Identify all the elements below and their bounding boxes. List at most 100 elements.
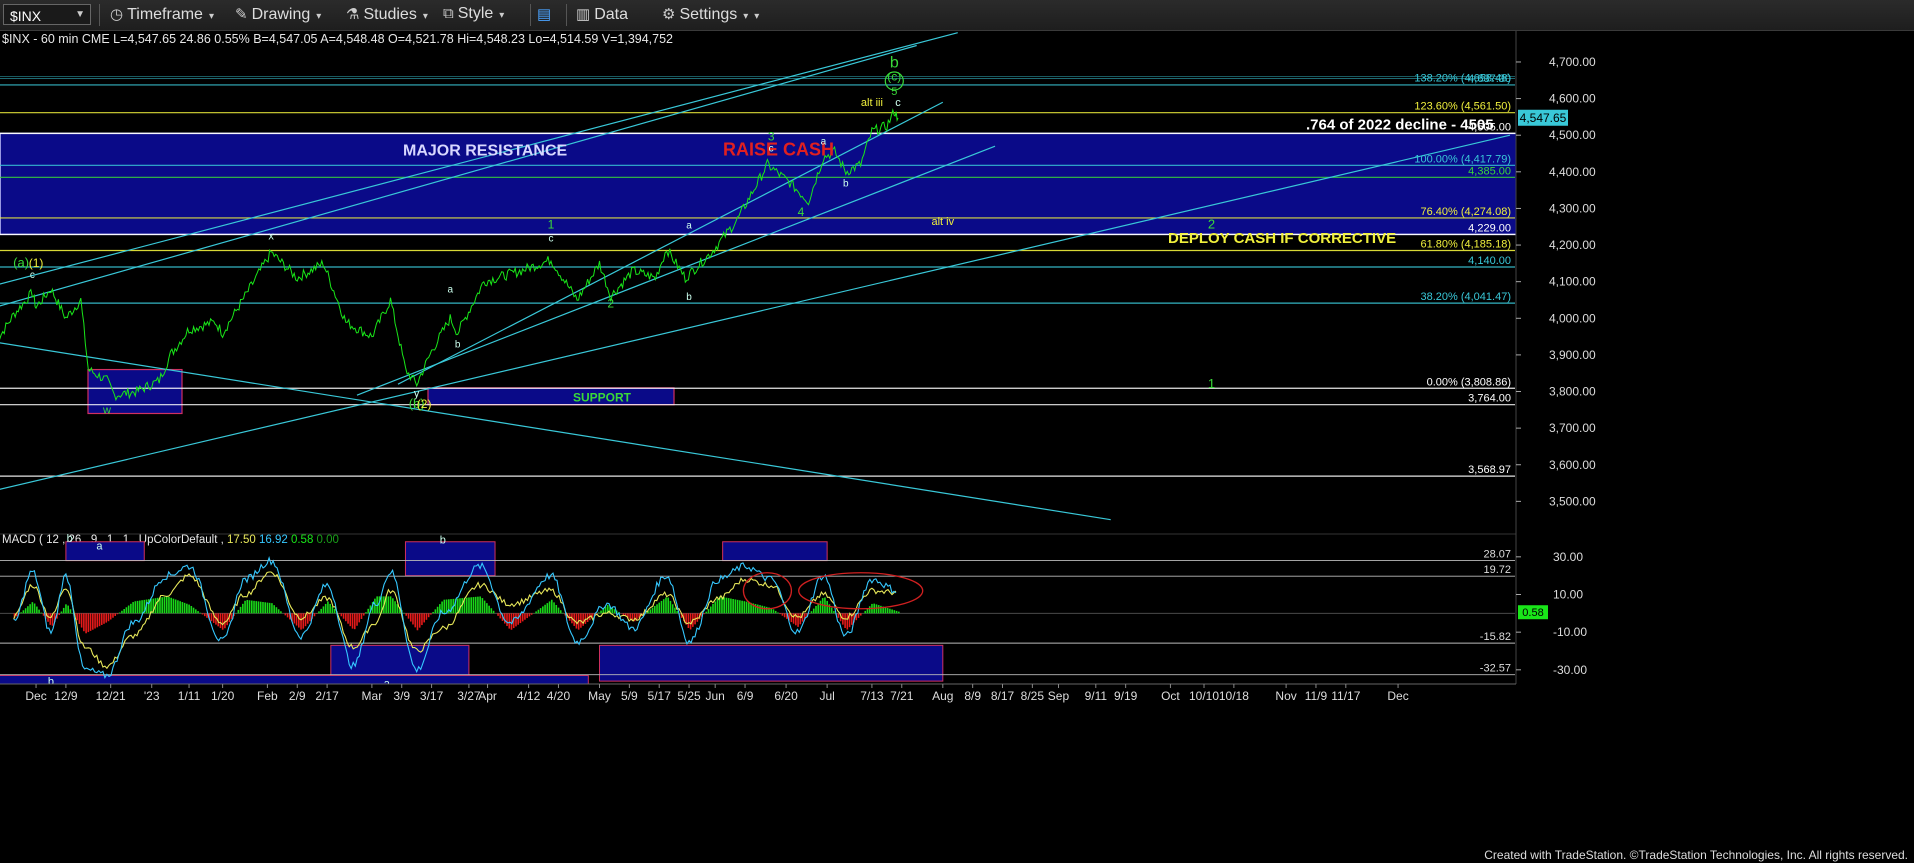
style-menu[interactable]: ⧉ Style ▾ (443, 5, 504, 25)
macd-hist-bar (313, 613, 316, 617)
wave-label: w (102, 404, 111, 416)
quote-line: $INX - 60 min CME L=4,547.65 24.86 0.55%… (2, 32, 674, 46)
macd-hist-bar (132, 602, 134, 614)
macd-hist-bar (201, 613, 204, 615)
macd-hist-bar (96, 613, 99, 628)
price-tick-label: 3,900.00 (1549, 348, 1596, 362)
macd-hist-bar (492, 610, 495, 614)
level-label: 100.00% (4,417.79) (1414, 153, 1511, 165)
flask-icon: ⚗ (346, 6, 360, 23)
macd-hist-bar (548, 601, 551, 614)
macd-hist-bar (394, 601, 396, 614)
macd-hist-bar (837, 613, 840, 618)
macd-hist-bar (732, 598, 734, 614)
macd-hist-bar (707, 609, 710, 614)
macd-hist-bar (754, 603, 757, 614)
price-tick-label: 3,600.00 (1549, 458, 1596, 472)
macd-hist-bar (22, 610, 25, 614)
wave-label: c (769, 144, 774, 155)
macd-hist-bar (203, 613, 206, 617)
macd-hist-bar (833, 611, 835, 614)
macd-hist-bar (183, 602, 186, 614)
macd-hist-bar (846, 613, 849, 630)
macd-hist-bar (772, 609, 775, 614)
date-tick-label: 9/11 (1085, 689, 1108, 703)
macd-hist-bar (320, 608, 322, 614)
macd-hist-bar (792, 613, 795, 624)
macd-hist-bar (506, 613, 508, 627)
macd-hist-bar (199, 612, 202, 614)
macd-hist-bar (436, 606, 439, 614)
macd-hist-bar (275, 607, 278, 614)
macd-hist-bar (819, 600, 822, 614)
wave-label: (1) (29, 256, 44, 270)
macd-hist-bar (555, 604, 558, 614)
date-tick-label: May (588, 689, 611, 703)
macd-hist-bar (797, 613, 799, 627)
wave-label: a (821, 136, 827, 147)
macd-hist-bar (262, 601, 264, 614)
macd-hist-bar (859, 613, 862, 616)
macd-hist-bar (186, 603, 188, 614)
macd-hist-bar (660, 600, 663, 614)
level-label: 4,140.00 (1468, 255, 1511, 267)
wave-label: x (268, 231, 274, 243)
drawing-menu[interactable]: ✎ Drawing ▾ (235, 5, 321, 25)
macd-hist-bar (430, 613, 432, 615)
macd-hist-bar (76, 613, 78, 621)
wave-label: c (30, 270, 35, 281)
macd-hist-bar (857, 613, 860, 618)
macd-hist-bar (765, 606, 768, 614)
date-tick-label: 5/9 (621, 689, 638, 703)
wave-label: 4 (798, 205, 805, 219)
chevron-down-icon: ▼ (75, 9, 85, 20)
macd-hist-bar (649, 609, 652, 614)
macd-hist-bar (318, 611, 320, 614)
macd-hist-bar (528, 613, 531, 617)
macd-hist-bar (600, 610, 602, 614)
macd-hist-bar (358, 613, 361, 623)
macd-hist-bar (407, 613, 410, 619)
timeframe-label: Timeframe (127, 6, 203, 23)
studies-menu[interactable]: ⚗ Studies ▾ (346, 5, 428, 25)
macd-hist-bar (365, 612, 367, 614)
macd-hist-bar (868, 606, 871, 614)
deploy-cash-label: DEPLOY CASH IF CORRECTIVE (1168, 230, 1396, 247)
macd-hist-bar (87, 613, 90, 633)
macd-hist-bar (109, 613, 112, 620)
wave-label: 2 (607, 296, 614, 310)
settings-menu[interactable]: ⚙ Settings ▾ ▾ (662, 5, 759, 25)
macd-hist-bar (812, 608, 815, 614)
macd-hist-bar (499, 613, 502, 619)
wave-label: (2) (417, 397, 432, 411)
level-label: 61.80% (4,185.18) (1420, 238, 1511, 250)
price-tick-label: 3,500.00 (1549, 494, 1596, 508)
macd-hist-bar (559, 610, 562, 614)
symbol-selector[interactable]: $INX ▼ (3, 4, 91, 25)
macd-hist-bar (676, 611, 678, 614)
gear-icon: ⚙ (662, 6, 676, 23)
macd-hist-bar (662, 599, 665, 614)
macd-hist-bar (877, 605, 880, 614)
macd-hist-bar (136, 600, 139, 614)
macd-hist-bar (826, 600, 828, 614)
style-label: Style (457, 5, 494, 22)
macd-tick-label: 30.00 (1553, 550, 1583, 564)
level-label: 4,229.00 (1468, 222, 1511, 234)
layout-button[interactable]: ▤ (537, 5, 555, 25)
macd-hist-bar (443, 599, 446, 614)
bar-chart-icon: ▥ (576, 6, 591, 23)
date-tick-label: 7/21 (890, 689, 914, 703)
macd-hist-bar (197, 611, 199, 614)
data-menu[interactable]: ▥ Data (576, 5, 628, 25)
macd-hist-bar (78, 613, 81, 624)
timeframe-menu[interactable]: ◷ Timeframe ▾ (110, 5, 214, 25)
macd-hist-bar (31, 602, 34, 614)
macd-hist-bar (49, 613, 52, 625)
macd-hist-bar (416, 613, 419, 631)
macd-hist-bar (322, 606, 325, 614)
support-label: SUPPORT (573, 390, 632, 404)
price-tick-label: 3,800.00 (1549, 385, 1596, 399)
macd-hist-bar (353, 613, 356, 630)
macd-hist-bar (490, 608, 493, 614)
